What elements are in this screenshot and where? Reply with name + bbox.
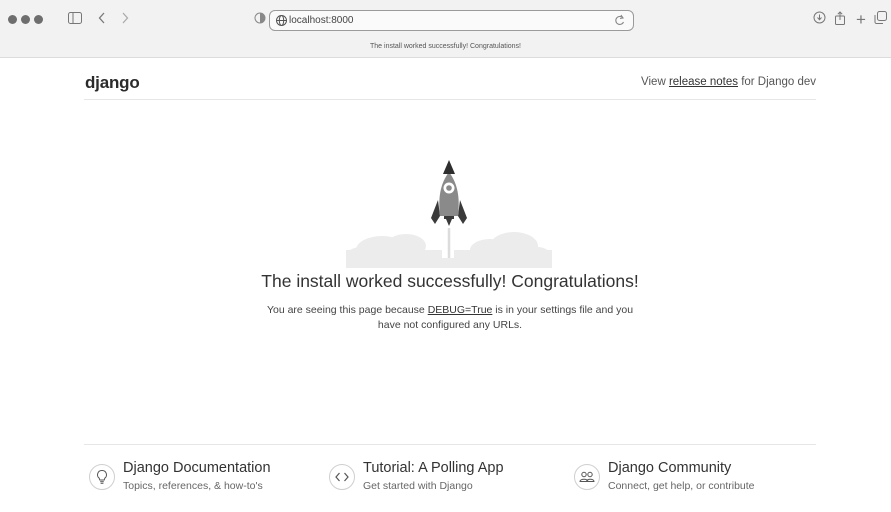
- debug-setting-link[interactable]: DEBUG=True: [428, 304, 493, 316]
- community-link[interactable]: Django Community Connect, get help, or c…: [574, 458, 794, 498]
- url-text: localhost:8000: [289, 15, 354, 26]
- privacy-shield-icon[interactable]: [251, 11, 269, 29]
- django-logo[interactable]: django: [85, 73, 140, 93]
- release-prefix: View: [641, 76, 669, 88]
- globe-icon: [276, 15, 287, 26]
- card-subtitle: Topics, references, & how-to's: [123, 480, 263, 492]
- downloads-icon[interactable]: [810, 11, 828, 29]
- page-header: django View release notes for Django dev: [84, 58, 816, 100]
- forward-icon[interactable]: [116, 11, 134, 29]
- resource-links: Django Documentation Topics, references,…: [84, 444, 816, 512]
- card-title: Tutorial: A Polling App: [363, 460, 504, 476]
- card-title: Django Community: [608, 460, 732, 476]
- release-suffix: for Django dev: [738, 76, 816, 88]
- card-subtitle: Connect, get help, or contribute: [608, 480, 755, 492]
- code-icon: [329, 464, 355, 490]
- window-controls: [8, 15, 43, 24]
- tutorial-link[interactable]: Tutorial: A Polling App Get started with…: [329, 458, 539, 498]
- desc-before: You are seeing this page because: [266, 304, 428, 316]
- zoom-window-button[interactable]: [34, 15, 43, 24]
- card-subtitle: Get started with Django: [363, 480, 473, 492]
- rocket-illustration: [342, 158, 552, 268]
- reload-icon[interactable]: [613, 13, 626, 28]
- tab-overview-icon[interactable]: [871, 11, 889, 29]
- close-window-button[interactable]: [8, 15, 17, 24]
- success-title: The install worked successfully! Congrat…: [261, 271, 639, 291]
- debug-description: You are seeing this page because DEBUG=T…: [264, 303, 636, 333]
- release-notes-link[interactable]: release notes: [669, 76, 738, 88]
- documentation-link[interactable]: Django Documentation Topics, references,…: [89, 458, 289, 498]
- minimize-window-button[interactable]: [21, 15, 30, 24]
- lightbulb-icon: [89, 464, 115, 490]
- tab-title[interactable]: The install worked successfully! Congrat…: [0, 40, 891, 58]
- django-welcome-page: django View release notes for Django dev: [84, 58, 816, 512]
- share-icon[interactable]: [831, 11, 849, 29]
- address-bar[interactable]: localhost:8000: [269, 10, 634, 31]
- people-icon: [574, 464, 600, 490]
- sidebar-toggle-icon[interactable]: [66, 11, 84, 29]
- card-title: Django Documentation: [123, 460, 271, 476]
- new-tab-icon[interactable]: +: [852, 11, 870, 29]
- back-icon[interactable]: [93, 11, 111, 29]
- browser-toolbar: localhost:8000 +: [0, 0, 891, 40]
- browser-chrome: localhost:8000 + The install worked succ…: [0, 0, 891, 58]
- release-notes-line: View release notes for Django dev: [641, 76, 816, 88]
